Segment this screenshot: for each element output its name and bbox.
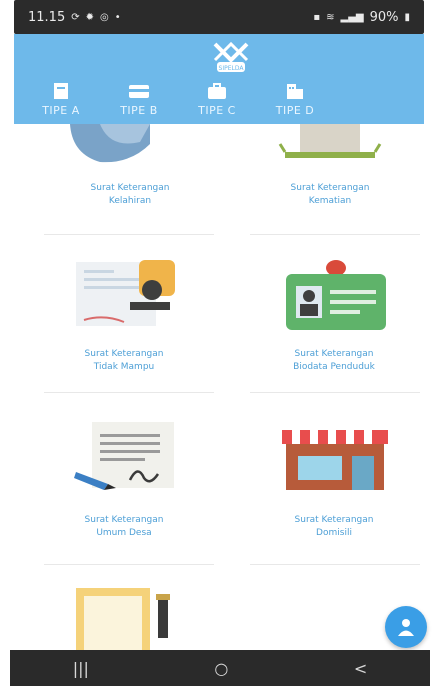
app-header: SIPELDA TIPE A TIPE B TIPE C TIPE D xyxy=(14,34,424,124)
wifi-icon: ≋ xyxy=(326,11,335,23)
card-tidak-mampu[interactable]: Surat Keterangan Tidak Mampu xyxy=(34,252,214,382)
user-fab-button[interactable] xyxy=(385,606,427,648)
status-time: 11.15 xyxy=(28,9,66,25)
logo-text: SIPELDA xyxy=(219,65,245,72)
back-button[interactable]: < xyxy=(354,659,367,678)
tab-label: TIPE B xyxy=(120,104,158,117)
gear-icon: ✹ xyxy=(85,11,94,23)
recent-apps-button[interactable]: ||| xyxy=(73,659,89,678)
shop-icon xyxy=(282,430,388,490)
tab-tipe-d[interactable]: TIPE D xyxy=(256,82,334,122)
document-icon xyxy=(54,83,68,99)
tab-tipe-b[interactable]: TIPE B xyxy=(100,82,178,122)
divider xyxy=(250,392,420,393)
logo: SIPELDA xyxy=(213,41,249,72)
card-biodata-penduduk[interactable]: Surat Keterangan Biodata Penduduk xyxy=(244,252,424,382)
divider xyxy=(250,564,420,565)
card-domisili[interactable]: Surat Keterangan Domisili xyxy=(244,414,424,544)
signal-icon: ▂▄▆ xyxy=(340,11,364,23)
tab-tipe-c[interactable]: TIPE C xyxy=(178,82,256,122)
circle-icon: ◎ xyxy=(100,11,109,23)
grave-icon xyxy=(278,124,382,158)
tab-tipe-a[interactable]: TIPE A xyxy=(22,82,100,122)
baby-icon xyxy=(70,124,150,163)
home-button[interactable]: ○ xyxy=(214,659,228,678)
battery-icon: ▮ xyxy=(404,11,410,23)
card-certificate[interactable] xyxy=(34,584,214,650)
divider xyxy=(250,234,420,235)
card-icon xyxy=(129,85,149,98)
stamp-icon xyxy=(76,260,175,326)
signature-icon xyxy=(74,422,174,490)
briefcase-icon xyxy=(208,83,226,99)
sync-icon: ⟳ xyxy=(71,11,80,23)
certificate-icon xyxy=(76,588,170,650)
notification-icon: ▪ xyxy=(313,11,321,23)
tab-label: TIPE A xyxy=(42,104,80,117)
status-bar: 11.15 ⟳ ✹ ◎ • ▪ ≋ ▂▄▆ 90% ▮ xyxy=(14,0,424,34)
dot-icon: • xyxy=(114,11,121,23)
tab-bar: TIPE A TIPE B TIPE C TIPE D xyxy=(22,82,334,122)
divider xyxy=(44,564,214,565)
building-icon xyxy=(287,84,303,99)
divider xyxy=(44,234,214,235)
tab-label: TIPE C xyxy=(198,104,236,117)
divider xyxy=(44,392,214,393)
system-nav-bar: ||| ○ < xyxy=(10,650,430,686)
tab-label: TIPE D xyxy=(275,104,315,117)
id-card-icon xyxy=(286,260,386,330)
battery-percent: 90% xyxy=(369,9,399,25)
user-icon xyxy=(398,619,414,636)
card-umum-desa[interactable]: Surat Keterangan Umum Desa xyxy=(34,414,214,544)
